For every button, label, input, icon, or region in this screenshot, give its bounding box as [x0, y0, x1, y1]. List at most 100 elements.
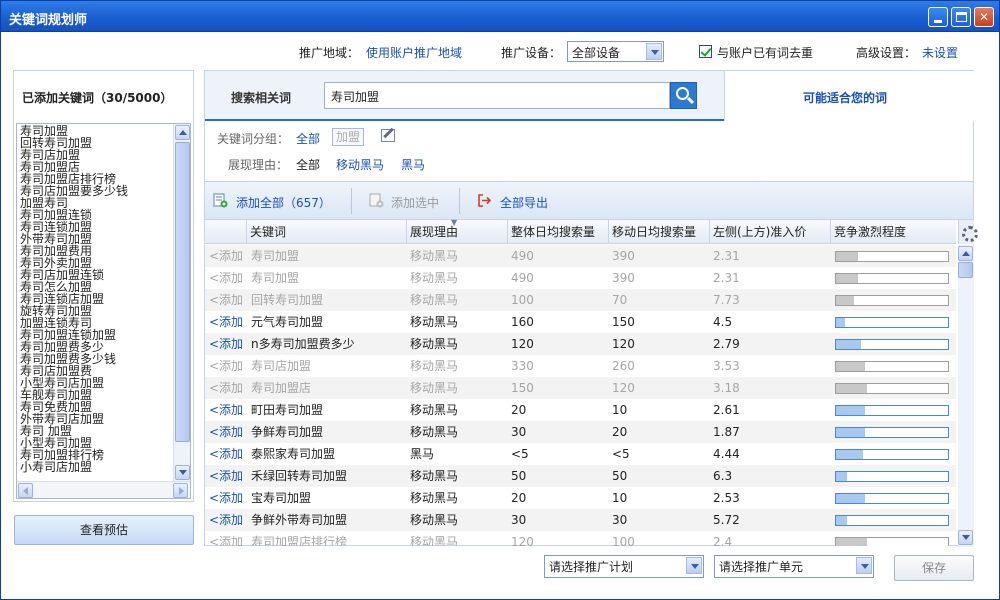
table-vertical-scrollbar[interactable]	[958, 245, 974, 547]
keywords-horizontal-scrollbar[interactable]	[17, 481, 190, 498]
competition-bar	[835, 273, 949, 284]
keywords-vertical-scrollbar[interactable]	[173, 124, 190, 482]
total-search-cell: 330	[511, 359, 534, 373]
unit-select[interactable]: 请选择推广单元	[714, 555, 874, 578]
add-keyword-link[interactable]: <添加	[209, 465, 243, 487]
reason-filter-mobile-dark-horse[interactable]: 移动黑马	[336, 156, 384, 173]
mobile-search-cell: 10	[612, 491, 628, 505]
total-search-cell: 30	[511, 425, 527, 439]
keyword-cell: 争鲜外带寿司加盟	[251, 513, 348, 527]
mobile-search-cell: 30	[612, 513, 628, 527]
add-keyword-link[interactable]: <添加	[209, 509, 243, 531]
add-keyword-link[interactable]: <添加	[209, 531, 243, 546]
entry-price-cell: 2.31	[713, 249, 740, 263]
add-keyword-link[interactable]: <添加	[209, 289, 243, 311]
competition-bar-fill	[836, 538, 867, 546]
add-keyword-link[interactable]: <添加	[209, 333, 243, 355]
add-keyword-link[interactable]: <添加	[209, 311, 243, 333]
tab-suggested-words[interactable]: 可能适合您的词	[724, 71, 974, 121]
column-header-keyword[interactable]: 关键词	[246, 220, 406, 244]
group-filter-all[interactable]: 全部	[296, 130, 320, 147]
competition-bar-fill	[836, 472, 847, 481]
gear-icon[interactable]	[958, 220, 978, 244]
reason-filter-dark-horse[interactable]: 黑马	[401, 156, 425, 173]
add-selected-icon	[369, 193, 384, 208]
add-keyword-link[interactable]: <添加	[209, 355, 243, 377]
competition-bar	[835, 515, 949, 526]
table-scroll-up-icon[interactable]	[958, 246, 973, 261]
table-row: <添加 宝寿司加盟 移动黑马 20 10 2.53	[205, 487, 956, 509]
add-keyword-link[interactable]: <添加	[209, 421, 243, 443]
total-search-cell: 100	[511, 293, 534, 307]
scroll-right-icon[interactable]	[173, 483, 188, 498]
group-tag-join[interactable]: 加盟	[332, 128, 365, 146]
advanced-label: 高级设置：	[856, 46, 917, 60]
added-keywords-list[interactable]: 寿司加盟 回转寿司加盟 寿司店加盟 寿司加盟店 寿司加盟店排行榜 寿司店加盟要多少钱 加盟寿…	[16, 123, 191, 499]
total-search-cell: 50	[511, 469, 527, 483]
add-all-icon	[213, 193, 228, 208]
keyword-cell: 寿司加盟店排行榜	[251, 535, 348, 546]
add-keyword-link[interactable]: <添加	[209, 443, 243, 465]
tab-search-related[interactable]: 搜索相关词 寿司加盟	[205, 71, 724, 121]
table-scroll-thumb[interactable]	[958, 262, 973, 278]
scroll-thumb[interactable]	[175, 142, 190, 442]
added-keywords-panel: 已添加关键词（30/5000） 寿司加盟 回转寿司加盟 寿司店加盟 寿司加盟店 寿司加盟…	[13, 70, 194, 502]
add-keyword-link[interactable]: <添加	[209, 487, 243, 509]
add-all-button[interactable]: 添加全部（657）	[236, 194, 331, 211]
scroll-down-icon[interactable]	[175, 465, 190, 480]
mobile-search-cell: 390	[612, 249, 635, 263]
save-button[interactable]: 保存	[894, 555, 974, 581]
region-link[interactable]: 使用账户推广地域	[366, 44, 462, 61]
maximize-button[interactable]	[951, 7, 971, 27]
add-selected-button[interactable]: 添加选中	[391, 194, 439, 211]
minimize-button[interactable]	[928, 7, 948, 27]
mobile-search-cell: 20	[612, 425, 628, 439]
search-input[interactable]: 寿司加盟	[324, 82, 670, 109]
column-header-competition[interactable]: 竞争激烈程度	[830, 220, 956, 244]
keyword-cell: 禾绿回转寿司加盟	[251, 469, 348, 483]
competition-bar	[835, 427, 949, 438]
list-item[interactable]: 小寿司店加盟	[20, 461, 175, 473]
competition-bar	[835, 537, 949, 546]
plan-select[interactable]: 请选择推广计划	[544, 555, 704, 578]
advanced-link[interactable]: 未设置	[922, 44, 958, 61]
column-header-reason[interactable]: 展现理由 ▼	[406, 218, 507, 244]
reason-cell: 移动黑马	[410, 315, 459, 329]
table-row: <添加 n多寿司加盟费多少 移动黑马 120 120 2.79	[205, 333, 956, 355]
device-select[interactable]: 全部设备	[567, 41, 664, 62]
add-keyword-link[interactable]: <添加	[209, 377, 243, 399]
reason-cell: 移动黑马	[410, 337, 459, 351]
column-header-entry-price[interactable]: 左侧(上方)准入价	[709, 220, 830, 244]
reason-cell: 移动黑马	[410, 491, 459, 505]
dedupe-checkbox[interactable]	[699, 45, 712, 58]
scroll-up-icon[interactable]	[175, 125, 190, 140]
reason-cell: 移动黑马	[410, 513, 459, 527]
table-toolbar: 添加全部（657） 添加选中 全部导出	[205, 181, 973, 220]
column-header-mobile-searches[interactable]: 移动日均搜索量	[608, 220, 709, 244]
close-button[interactable]: ✕	[974, 7, 994, 27]
competition-bar-fill	[836, 296, 854, 305]
entry-price-cell: 1.87	[713, 425, 740, 439]
table-row: <添加 泰熙家寿司加盟 黑马 <5 <5 4.44	[205, 443, 956, 465]
scroll-left-icon[interactable]	[18, 483, 33, 498]
table-scroll-down-icon[interactable]	[958, 530, 973, 545]
filter-area: 关键词分组： 全部 加盟 展现理由： 全部 移动黑马 黑马	[205, 121, 973, 181]
entry-price-cell: 2.53	[713, 491, 740, 505]
tab-suggested-label: 可能适合您的词	[803, 91, 888, 105]
edit-icon[interactable]	[381, 129, 395, 142]
reason-filter-all[interactable]: 全部	[296, 156, 320, 173]
export-all-button[interactable]: 全部导出	[500, 194, 548, 211]
add-keyword-link[interactable]: <添加	[209, 267, 243, 289]
competition-bar	[835, 339, 949, 350]
column-header-total-searches[interactable]: 整体日均搜索量	[507, 220, 608, 244]
reason-cell: 移动黑马	[410, 469, 459, 483]
total-search-cell: 490	[511, 271, 534, 285]
sort-arrow-icon: ▼	[451, 218, 458, 227]
keyword-table-body: <添加 寿司加盟 移动黑马 490 390 2.31 <添加 寿司加盟 移动黑马 490 390 2.…	[205, 245, 956, 546]
add-keyword-link[interactable]: <添加	[209, 245, 243, 267]
add-keyword-link[interactable]: <添加	[209, 399, 243, 421]
view-estimate-button[interactable]: 查看预估	[14, 515, 194, 545]
window-title: 关键词规划师	[9, 13, 88, 28]
device-select-value: 全部设备	[572, 46, 621, 60]
search-button[interactable]	[670, 82, 697, 109]
